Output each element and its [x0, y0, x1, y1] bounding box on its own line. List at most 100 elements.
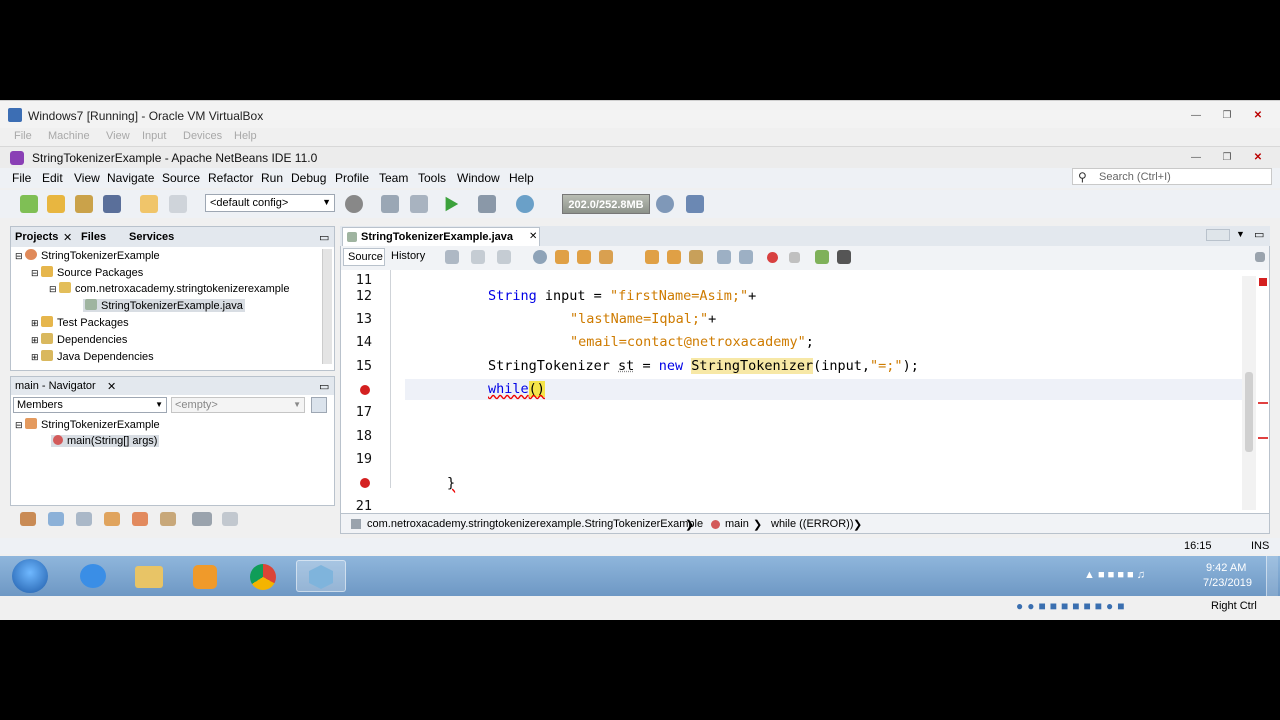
config-select[interactable]: <default config> ▼ [205, 194, 335, 212]
tree-item-project[interactable]: ⊟ StringTokenizerExample [15, 249, 160, 262]
fields-icon[interactable] [48, 512, 64, 526]
source-tab[interactable]: Source [343, 248, 385, 266]
vbox-menu-view[interactable]: View [106, 130, 130, 142]
find-next-icon[interactable] [577, 250, 591, 264]
fqn-icon[interactable] [192, 512, 212, 526]
menu-debug[interactable]: Debug [291, 171, 326, 185]
minimize-panel-icon[interactable]: ▭ [319, 380, 329, 393]
tree-item-package[interactable]: ⊟ com.netroxacademy.stringtokenizerexamp… [49, 282, 289, 295]
tabs-list-icon[interactable]: ▼ [1236, 229, 1245, 239]
toggle-bookmark-icon[interactable] [689, 250, 703, 264]
menu-team[interactable]: Team [379, 171, 408, 185]
taskbar-media-player-icon[interactable] [180, 560, 230, 592]
profile-icon[interactable] [516, 195, 534, 213]
menu-edit[interactable]: Edit [42, 171, 63, 185]
scroll-thumb[interactable] [1245, 372, 1253, 452]
vbox-menu-input[interactable]: Input [142, 130, 166, 142]
debug-icon[interactable] [478, 195, 496, 213]
menu-help[interactable]: Help [509, 171, 534, 185]
clock-date[interactable]: 7/23/2019 [1203, 577, 1252, 589]
nb-minimize-icon[interactable]: — [1183, 151, 1209, 165]
navigator-class[interactable]: ⊟ StringTokenizerExample [15, 418, 160, 431]
history-tab[interactable]: History [391, 250, 425, 262]
hammer-broom-icon[interactable] [410, 195, 428, 213]
file-tab-close-icon[interactable]: ✕ [529, 231, 537, 242]
find-icon[interactable] [533, 250, 547, 264]
tray-icons[interactable]: ▲ ■ ■ ■ ■ ♫ [1084, 569, 1188, 583]
nb-close-icon[interactable]: ✕ [1245, 151, 1271, 165]
menu-view[interactable]: View [74, 171, 100, 185]
search-input[interactable]: ⚲ Search (Ctrl+I) [1072, 168, 1272, 185]
navigator-close-icon[interactable]: ✕ [107, 380, 116, 393]
inherited-icon[interactable] [104, 512, 120, 526]
empty-select[interactable]: <empty> ▼ [171, 397, 305, 413]
menu-source[interactable]: Source [162, 171, 200, 185]
tree-item-source-packages[interactable]: ⊟ Source Packages [31, 266, 143, 279]
tab-services[interactable]: Services [129, 231, 174, 243]
menu-file[interactable]: File [12, 171, 31, 185]
non-public-icon[interactable] [132, 512, 148, 526]
tabs-scroll-icon[interactable] [1206, 229, 1230, 241]
minimize-panel-icon[interactable]: ▭ [319, 231, 329, 244]
vbox-menu-help[interactable]: Help [234, 130, 257, 142]
error-stripe[interactable] [1258, 437, 1268, 439]
editor-scrollbar[interactable] [1242, 276, 1256, 510]
menu-navigate[interactable]: Navigate [107, 171, 154, 185]
prev-bookmark-icon[interactable] [645, 250, 659, 264]
forward-icon[interactable] [497, 250, 511, 264]
open-project-icon[interactable] [75, 195, 93, 213]
shift-right-icon[interactable] [739, 250, 753, 264]
menu-profile[interactable]: Profile [335, 171, 369, 185]
error-icon[interactable] [360, 385, 370, 395]
taskbar-explorer-icon[interactable] [124, 560, 174, 592]
show-desktop-button[interactable] [1266, 556, 1278, 596]
gc-icon[interactable] [656, 195, 674, 213]
heap-icon[interactable] [686, 195, 704, 213]
breadcrumb-class[interactable]: com.netroxacademy.stringtokenizerexample… [367, 518, 703, 530]
toggle-highlight-icon[interactable] [599, 250, 613, 264]
navigator-title[interactable]: main - Navigator [15, 380, 96, 392]
save-all-icon[interactable] [103, 195, 121, 213]
projects-tab-close-icon[interactable]: ✕ [63, 231, 72, 244]
taskbar-ie-icon[interactable] [68, 560, 118, 592]
redo-icon[interactable] [169, 195, 187, 213]
filter-icon[interactable] [311, 397, 327, 413]
maximize-editor-icon[interactable]: ▭ [1254, 228, 1264, 241]
tree-item-test-packages[interactable]: ⊞ Test Packages [31, 316, 129, 329]
stop-macro-icon[interactable] [789, 252, 800, 263]
start-button[interactable] [12, 559, 48, 593]
next-bookmark-icon[interactable] [667, 250, 681, 264]
comment-icon[interactable] [815, 250, 829, 264]
vbox-menu-devices[interactable]: Devices [183, 130, 222, 142]
menu-window[interactable]: Window [457, 171, 500, 185]
error-stripe[interactable] [1258, 402, 1268, 404]
nb-restore-icon[interactable]: ❐ [1214, 151, 1240, 165]
run-icon[interactable] [445, 196, 459, 212]
shift-left-icon[interactable] [717, 250, 731, 264]
editor-file-tab[interactable]: StringTokenizerExample.java ✕ [342, 227, 540, 246]
clean-build-icon[interactable] [381, 195, 399, 213]
navigator-method[interactable]: main(String[] args) [51, 435, 160, 447]
taskbar-chrome-icon[interactable] [238, 560, 288, 592]
sort-icon[interactable] [20, 512, 36, 526]
menu-run[interactable]: Run [261, 171, 283, 185]
vbox-menu-file[interactable]: File [14, 130, 32, 142]
static-icon[interactable] [76, 512, 92, 526]
error-icon[interactable] [360, 478, 370, 488]
new-project-icon[interactable] [47, 195, 65, 213]
minimize-icon[interactable]: — [1183, 109, 1209, 123]
back-icon[interactable] [471, 250, 485, 264]
javadoc-icon[interactable] [222, 512, 238, 526]
vbox-menu-machine[interactable]: Machine [48, 130, 90, 142]
breadcrumb-method[interactable]: main [725, 518, 749, 530]
menu-tools[interactable]: Tools [418, 171, 446, 185]
start-macro-icon[interactable] [767, 252, 778, 263]
tab-projects[interactable]: Projects [15, 231, 58, 243]
restore-icon[interactable]: ❐ [1214, 109, 1240, 123]
breadcrumb-while[interactable]: while ((ERROR)) [771, 518, 854, 530]
inner-classes-icon[interactable] [160, 512, 176, 526]
find-prev-icon[interactable] [555, 250, 569, 264]
vbox-device-icons[interactable]: ●●■■■■■■●■ [1016, 599, 1206, 613]
menu-refactor[interactable]: Refactor [208, 171, 253, 185]
uncomment-icon[interactable] [837, 250, 851, 264]
